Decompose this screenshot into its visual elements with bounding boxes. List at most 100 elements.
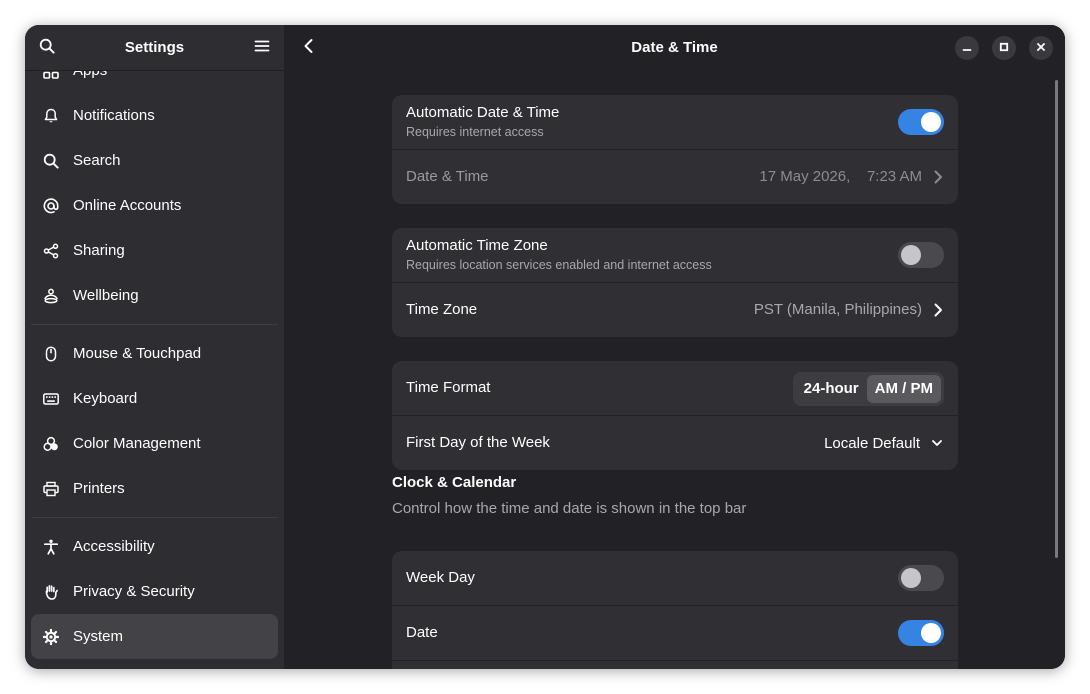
row-title: Time Zone	[406, 301, 478, 318]
section-subtitle: Control how the time and date is shown i…	[392, 500, 747, 517]
automatic-timezone-toggle[interactable]	[898, 242, 944, 268]
datetime-row[interactable]: Date & Time 17 May 2026, 7:23 AM	[392, 150, 958, 204]
apps-grid-icon	[43, 71, 59, 79]
time-format-am-pm-button[interactable]: AM / PM	[866, 375, 941, 403]
chevron-right-icon	[934, 170, 942, 184]
sidebar-item-label: Apps	[73, 71, 107, 79]
sidebar-item-notifications[interactable]: Notifications	[31, 93, 278, 138]
timezone-row[interactable]: Time Zone PST (Manila, Philippines)	[392, 283, 958, 337]
first-day-row[interactable]: First Day of the Week Locale Default	[392, 416, 958, 470]
sidebar-item-privacy-security[interactable]: Privacy & Security	[31, 569, 278, 614]
content-header: Date & Time	[284, 25, 1065, 71]
format-card: Time Format 24-hour AM / PM First Day of…	[392, 361, 958, 470]
date-value: 17 May 2026,	[759, 168, 851, 185]
time-value: 7:23 AM	[866, 168, 922, 185]
sidebar-separator	[31, 324, 278, 325]
main-menu-button[interactable]	[245, 31, 279, 65]
sidebar-item-keyboard[interactable]: Keyboard	[31, 376, 278, 421]
scrollbar[interactable]	[1055, 80, 1058, 558]
accessibility-person-icon	[43, 539, 59, 555]
settings-scroll-area[interactable]: Automatic Date & Time Requires internet …	[284, 71, 1065, 669]
sidebar-item-label: Accessibility	[73, 538, 155, 555]
row-title: Date & Time	[406, 168, 489, 185]
time-format-24-hour-button[interactable]: 24-hour	[796, 375, 867, 403]
sidebar-item-online-accounts[interactable]: Online Accounts	[31, 183, 278, 228]
sidebar-header: Settings	[25, 25, 284, 71]
time-format-toggle-group: 24-hour AM / PM	[792, 372, 944, 406]
sidebar-item-mouse-touchpad[interactable]: Mouse & Touchpad	[31, 331, 278, 376]
row-subtitle: Requires location services enabled and i…	[406, 258, 712, 272]
sidebar-item-apps[interactable]: Apps	[31, 71, 278, 93]
sidebar-item-label: Notifications	[73, 107, 155, 124]
sidebar: Apps Notifications Search	[25, 25, 284, 669]
row-title: Automatic Date & Time	[406, 104, 560, 121]
printer-icon	[43, 481, 59, 497]
clock-calendar-card: Week Day Date	[392, 551, 958, 669]
sidebar-item-printers[interactable]: Printers	[31, 466, 278, 511]
row-title: Date	[406, 624, 438, 641]
time-format-row: Time Format 24-hour AM / PM	[392, 361, 958, 416]
date-toggle[interactable]	[898, 620, 944, 646]
sidebar-separator	[31, 517, 278, 518]
bell-icon	[43, 108, 59, 124]
keyboard-icon	[43, 391, 59, 407]
timezone-card: Automatic Time Zone Requires location se…	[392, 228, 958, 337]
settings-window: Apps Notifications Search	[25, 25, 1065, 669]
close-icon	[1036, 39, 1046, 57]
sidebar-item-wellbeing[interactable]: Wellbeing	[31, 273, 278, 318]
sidebar-item-label: Online Accounts	[73, 197, 182, 214]
date-row[interactable]: Date	[392, 606, 958, 661]
week-day-row[interactable]: Week Day	[392, 551, 958, 606]
sidebar-item-sharing[interactable]: Sharing	[31, 228, 278, 273]
section-title: Clock & Calendar	[392, 474, 517, 491]
page-title: Date & Time	[631, 39, 718, 56]
automatic-datetime-card: Automatic Date & Time Requires internet …	[392, 95, 958, 204]
timezone-value: PST (Manila, Philippines)	[753, 301, 922, 318]
row-title: First Day of the Week	[406, 434, 550, 451]
automatic-datetime-toggle[interactable]	[898, 109, 944, 135]
sidebar-item-label: Privacy & Security	[73, 583, 195, 600]
content-pane: Date & Time Automatic Date & Time Requir…	[284, 25, 1065, 669]
row-title: Week Day	[406, 569, 475, 586]
row-subtitle: Requires internet access	[406, 125, 544, 139]
toggle-knob	[901, 245, 921, 265]
row-title: Time Format	[406, 379, 491, 396]
row-title: Automatic Time Zone	[406, 237, 548, 254]
close-button[interactable]	[1029, 36, 1053, 60]
gear-icon	[43, 628, 59, 645]
first-day-value: Locale Default	[824, 434, 920, 452]
minimize-button[interactable]	[955, 36, 979, 60]
first-day-dropdown[interactable]: Locale Default	[824, 416, 944, 470]
sidebar-item-label: Mouse & Touchpad	[73, 345, 202, 362]
datetime-value: 17 May 2026, 7:23 AM	[759, 168, 922, 185]
automatic-datetime-row[interactable]: Automatic Date & Time Requires internet …	[392, 95, 958, 150]
toggle-knob	[921, 623, 941, 643]
week-day-toggle[interactable]	[898, 565, 944, 591]
sidebar-item-label: Keyboard	[73, 390, 138, 407]
toggle-knob	[901, 568, 921, 588]
toggle-knob	[921, 112, 941, 132]
mouse-icon	[43, 345, 59, 362]
hand-icon	[43, 584, 59, 600]
at-sign-icon	[43, 197, 59, 214]
sidebar-list[interactable]: Apps Notifications Search	[25, 71, 284, 669]
sidebar-item-search[interactable]: Search	[31, 138, 278, 183]
sidebar-item-label: Sharing	[73, 242, 125, 259]
automatic-timezone-row[interactable]: Automatic Time Zone Requires location se…	[392, 228, 958, 283]
color-circles-icon	[43, 436, 59, 452]
sidebar-item-system[interactable]: System	[31, 614, 278, 659]
share-icon	[43, 243, 59, 259]
maximize-icon	[999, 39, 1009, 57]
wellbeing-icon	[43, 288, 59, 304]
sidebar-item-label: Wellbeing	[73, 287, 139, 304]
hamburger-menu-icon	[254, 38, 270, 59]
sidebar-item-color-management[interactable]: Color Management	[31, 421, 278, 466]
sidebar-item-label: System	[73, 628, 124, 645]
sidebar-item-accessibility[interactable]: Accessibility	[31, 524, 278, 569]
chevron-down-icon	[932, 440, 942, 446]
chevron-right-icon	[934, 303, 942, 317]
minimize-icon	[962, 39, 972, 57]
sidebar-item-label: Printers	[73, 480, 125, 497]
maximize-button[interactable]	[992, 36, 1016, 60]
sidebar-item-label: Color Management	[73, 435, 201, 452]
